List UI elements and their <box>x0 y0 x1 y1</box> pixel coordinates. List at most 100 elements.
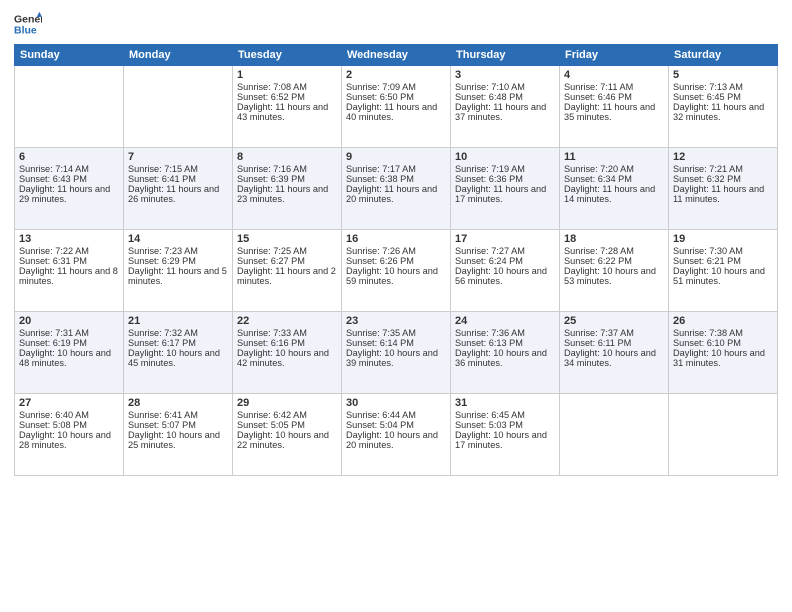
day-info: Sunrise: 7:21 AM <box>673 164 773 174</box>
day-info: Sunset: 6:52 PM <box>237 92 337 102</box>
day-info: Sunset: 5:07 PM <box>128 420 228 430</box>
day-number: 27 <box>19 397 119 409</box>
day-info: Daylight: 11 hours and 5 minutes. <box>128 266 228 286</box>
day-info: Sunrise: 7:30 AM <box>673 246 773 256</box>
day-number: 12 <box>673 151 773 163</box>
day-info: Daylight: 11 hours and 26 minutes. <box>128 184 228 204</box>
day-number: 10 <box>455 151 555 163</box>
day-cell <box>669 394 778 476</box>
day-info: Daylight: 11 hours and 35 minutes. <box>564 102 664 122</box>
svg-text:Blue: Blue <box>14 25 37 37</box>
day-info: Sunrise: 6:40 AM <box>19 410 119 420</box>
day-info: Sunset: 6:14 PM <box>346 338 446 348</box>
day-info: Sunset: 6:19 PM <box>19 338 119 348</box>
day-cell: 23Sunrise: 7:35 AMSunset: 6:14 PMDayligh… <box>342 312 451 394</box>
day-number: 8 <box>237 151 337 163</box>
day-number: 7 <box>128 151 228 163</box>
logo-icon: General Blue <box>14 10 42 38</box>
day-info: Sunrise: 7:38 AM <box>673 328 773 338</box>
day-info: Daylight: 10 hours and 36 minutes. <box>455 348 555 368</box>
day-info: Sunrise: 7:33 AM <box>237 328 337 338</box>
day-info: Daylight: 10 hours and 59 minutes. <box>346 266 446 286</box>
day-cell: 11Sunrise: 7:20 AMSunset: 6:34 PMDayligh… <box>560 148 669 230</box>
day-cell: 1Sunrise: 7:08 AMSunset: 6:52 PMDaylight… <box>233 66 342 148</box>
day-cell: 27Sunrise: 6:40 AMSunset: 5:08 PMDayligh… <box>15 394 124 476</box>
header: General Blue <box>14 10 778 38</box>
col-header-tuesday: Tuesday <box>233 45 342 66</box>
day-info: Sunset: 6:46 PM <box>564 92 664 102</box>
day-info: Sunset: 6:39 PM <box>237 174 337 184</box>
day-cell: 30Sunrise: 6:44 AMSunset: 5:04 PMDayligh… <box>342 394 451 476</box>
day-info: Sunset: 5:05 PM <box>237 420 337 430</box>
day-info: Sunset: 6:11 PM <box>564 338 664 348</box>
day-cell: 15Sunrise: 7:25 AMSunset: 6:27 PMDayligh… <box>233 230 342 312</box>
day-number: 15 <box>237 233 337 245</box>
day-info: Sunset: 6:17 PM <box>128 338 228 348</box>
day-info: Daylight: 11 hours and 17 minutes. <box>455 184 555 204</box>
day-info: Daylight: 11 hours and 14 minutes. <box>564 184 664 204</box>
day-info: Daylight: 10 hours and 17 minutes. <box>455 430 555 450</box>
day-number: 5 <box>673 69 773 81</box>
day-info: Daylight: 11 hours and 8 minutes. <box>19 266 119 286</box>
day-info: Sunrise: 7:11 AM <box>564 82 664 92</box>
day-info: Sunrise: 7:36 AM <box>455 328 555 338</box>
day-info: Sunset: 6:10 PM <box>673 338 773 348</box>
day-cell: 19Sunrise: 7:30 AMSunset: 6:21 PMDayligh… <box>669 230 778 312</box>
col-header-saturday: Saturday <box>669 45 778 66</box>
day-info: Daylight: 10 hours and 42 minutes. <box>237 348 337 368</box>
day-info: Sunset: 6:21 PM <box>673 256 773 266</box>
day-info: Sunrise: 7:19 AM <box>455 164 555 174</box>
day-cell: 9Sunrise: 7:17 AMSunset: 6:38 PMDaylight… <box>342 148 451 230</box>
day-info: Sunset: 6:22 PM <box>564 256 664 266</box>
day-info: Sunset: 6:38 PM <box>346 174 446 184</box>
day-info: Daylight: 10 hours and 56 minutes. <box>455 266 555 286</box>
day-cell <box>15 66 124 148</box>
day-info: Daylight: 11 hours and 40 minutes. <box>346 102 446 122</box>
day-info: Sunrise: 7:26 AM <box>346 246 446 256</box>
day-number: 1 <box>237 69 337 81</box>
day-cell: 29Sunrise: 6:42 AMSunset: 5:05 PMDayligh… <box>233 394 342 476</box>
day-info: Daylight: 11 hours and 37 minutes. <box>455 102 555 122</box>
week-row-3: 13Sunrise: 7:22 AMSunset: 6:31 PMDayligh… <box>15 230 778 312</box>
day-number: 11 <box>564 151 664 163</box>
day-cell: 10Sunrise: 7:19 AMSunset: 6:36 PMDayligh… <box>451 148 560 230</box>
day-cell: 25Sunrise: 7:37 AMSunset: 6:11 PMDayligh… <box>560 312 669 394</box>
day-info: Daylight: 11 hours and 11 minutes. <box>673 184 773 204</box>
col-header-thursday: Thursday <box>451 45 560 66</box>
day-cell: 26Sunrise: 7:38 AMSunset: 6:10 PMDayligh… <box>669 312 778 394</box>
day-number: 3 <box>455 69 555 81</box>
day-info: Sunrise: 6:41 AM <box>128 410 228 420</box>
day-info: Sunset: 5:08 PM <box>19 420 119 430</box>
day-info: Sunrise: 7:16 AM <box>237 164 337 174</box>
week-row-5: 27Sunrise: 6:40 AMSunset: 5:08 PM Dayligh… <box>15 394 778 476</box>
day-info: Daylight: 11 hours and 20 minutes. <box>346 184 446 204</box>
day-info: Daylight: 11 hours and 23 minutes. <box>237 184 337 204</box>
week-row-4: 20Sunrise: 7:31 AMSunset: 6:19 PMDayligh… <box>15 312 778 394</box>
day-number: 16 <box>346 233 446 245</box>
calendar-table: SundayMondayTuesdayWednesdayThursdayFrid… <box>14 44 778 476</box>
day-info: Sunrise: 7:31 AM <box>19 328 119 338</box>
day-info: Daylight: 10 hours and 22 minutes. <box>237 430 337 450</box>
day-info: Sunrise: 7:10 AM <box>455 82 555 92</box>
day-info: Sunrise: 7:22 AM <box>19 246 119 256</box>
day-info: Daylight: 10 hours and 53 minutes. <box>564 266 664 286</box>
day-info: Sunset: 6:48 PM <box>455 92 555 102</box>
day-info: Sunset: 6:45 PM <box>673 92 773 102</box>
day-info: Sunset: 6:26 PM <box>346 256 446 266</box>
day-info: Sunrise: 7:25 AM <box>237 246 337 256</box>
day-info: Sunrise: 7:13 AM <box>673 82 773 92</box>
day-number: 17 <box>455 233 555 245</box>
day-info: Daylight: 11 hours and 32 minutes. <box>673 102 773 122</box>
day-number: 29 <box>237 397 337 409</box>
day-number: 6 <box>19 151 119 163</box>
day-info: Sunset: 6:27 PM <box>237 256 337 266</box>
day-cell: 22Sunrise: 7:33 AMSunset: 6:16 PMDayligh… <box>233 312 342 394</box>
day-info: Sunset: 5:03 PM <box>455 420 555 430</box>
day-number: 30 <box>346 397 446 409</box>
day-info: Sunset: 6:24 PM <box>455 256 555 266</box>
day-info: Sunset: 5:04 PM <box>346 420 446 430</box>
day-info: Daylight: 11 hours and 29 minutes. <box>19 184 119 204</box>
logo: General Blue <box>14 10 42 38</box>
day-info: Sunrise: 6:44 AM <box>346 410 446 420</box>
day-info: Sunrise: 7:35 AM <box>346 328 446 338</box>
